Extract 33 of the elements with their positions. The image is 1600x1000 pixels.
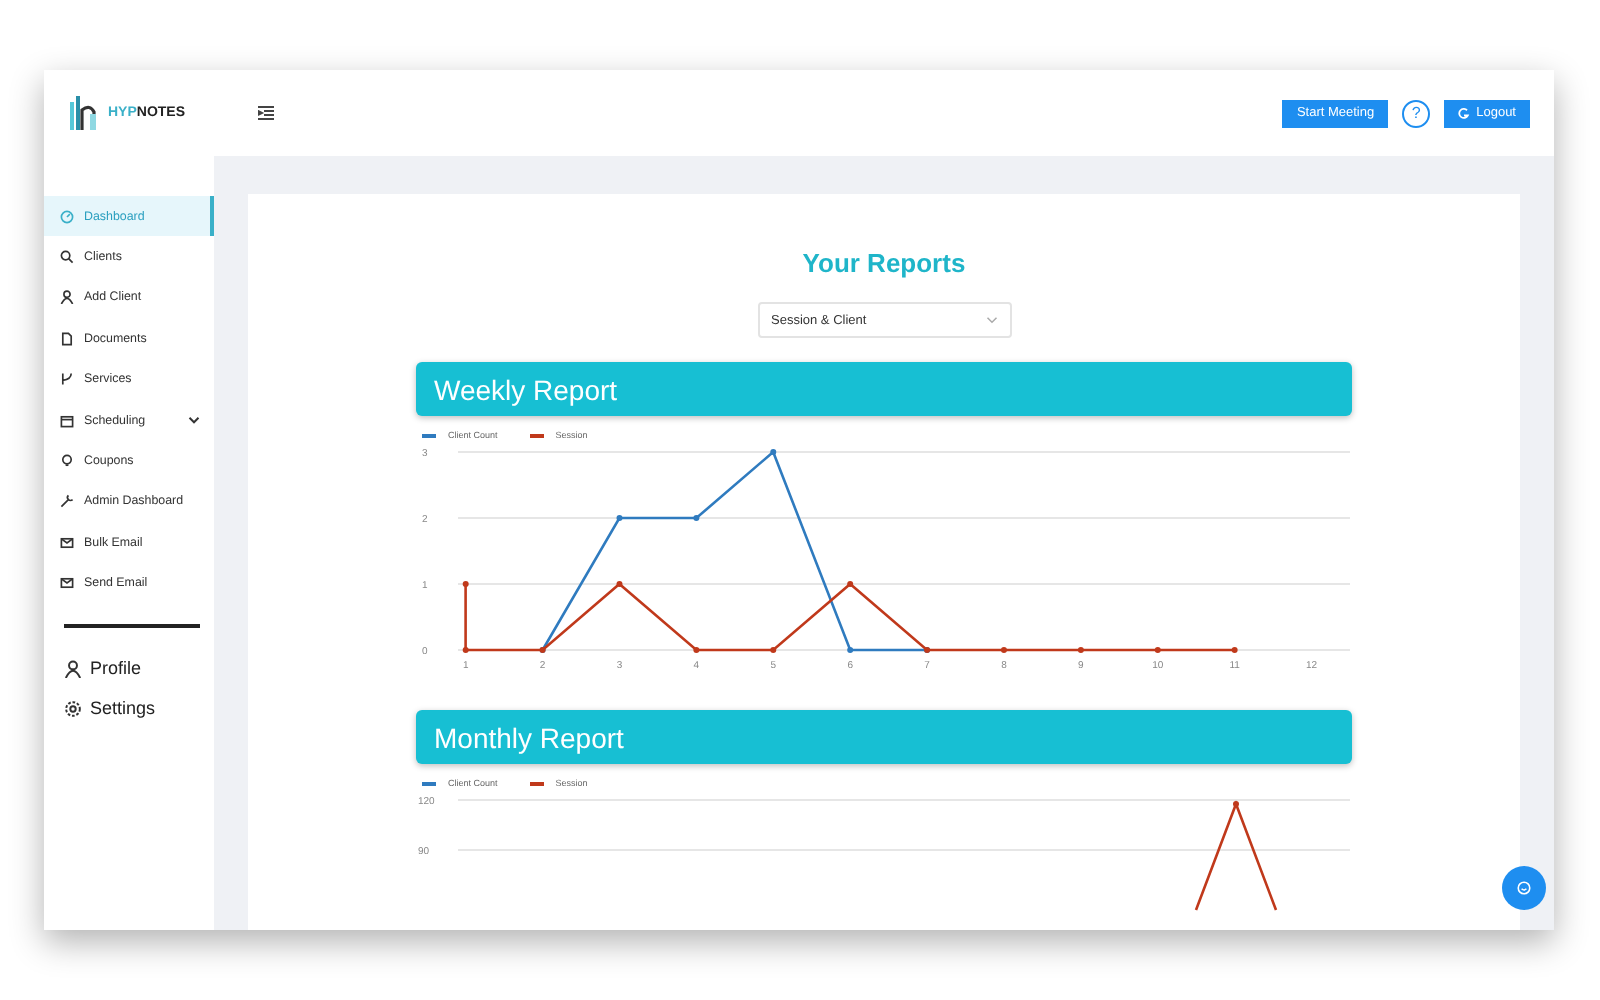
help-button[interactable]: ? [1402,99,1431,127]
point [616,515,623,521]
wrench-icon [60,494,74,509]
calendar-icon [60,413,74,428]
point [770,647,777,653]
report-banner: Monthly Report [416,710,1352,764]
user-icon [60,290,74,305]
envelope-icon [60,576,74,591]
envelope-icon [60,535,74,550]
branch-icon [60,372,74,387]
point [693,515,700,521]
sidebar-item[interactable]: Settings [44,688,214,730]
search-icon [60,250,74,265]
gauge-icon [60,209,74,224]
point [847,581,854,587]
point [462,581,469,587]
report-banner: Weekly Report [416,362,1352,416]
document-icon [60,331,74,346]
settings-icon [64,699,82,718]
user-icon [64,659,82,678]
point [693,647,700,653]
chevron-down-icon [985,316,997,324]
menu-icon[interactable] [258,106,274,120]
page-title: Your Reports [802,248,966,278]
logout-icon [1458,107,1471,119]
smiley-icon [1516,880,1532,896]
logo-icon [68,93,100,133]
point [1231,647,1238,653]
bulb-icon [60,454,74,469]
point [770,449,777,455]
point [616,581,623,587]
point [462,647,469,653]
sidebar-item[interactable]: Profile [44,647,214,689]
